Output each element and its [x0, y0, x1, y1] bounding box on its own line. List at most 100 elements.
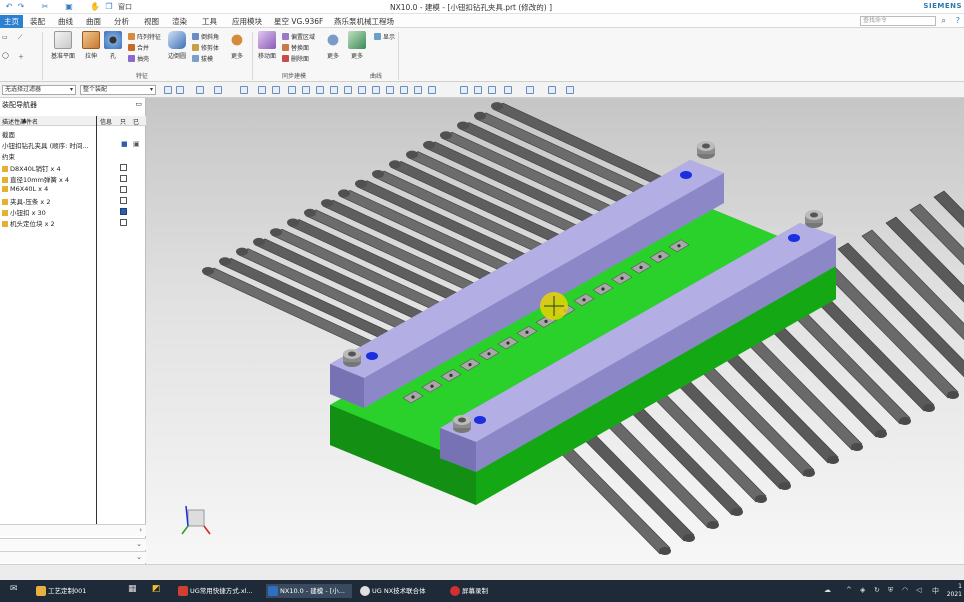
type-filter-select[interactable]: 无选择过滤器: [2, 85, 76, 95]
layer-icon[interactable]: [526, 86, 534, 94]
box-select-icon[interactable]: [214, 86, 222, 94]
show-hide-icon[interactable]: [548, 86, 556, 94]
view-orient-icon[interactable]: [460, 86, 468, 94]
horizontal-scrollbar[interactable]: ›: [0, 524, 146, 536]
chevron-down-icon[interactable]: ⌄: [136, 540, 142, 548]
more-curve-button[interactable]: 更多: [348, 31, 366, 60]
list-item[interactable]: 夹具-压条 x 2: [0, 195, 146, 206]
body-filter-icon[interactable]: [272, 86, 280, 94]
list-item[interactable]: 机头定位块 x 2: [0, 217, 146, 228]
shell-button[interactable]: 抽壳: [128, 54, 149, 63]
snap-quadrant-icon[interactable]: [428, 86, 436, 94]
render-style-icon[interactable]: [504, 86, 512, 94]
scroll-right-icon[interactable]: ›: [139, 526, 142, 534]
dependencies-panel-toggle[interactable]: ⌄: [0, 551, 146, 563]
taskbar-item[interactable]: 工艺定制001: [34, 584, 124, 598]
tab-custom[interactable]: 燕乐泵机械工程场: [334, 16, 394, 27]
datum-plane-button[interactable]: 基准平面: [50, 31, 76, 60]
redo-icon[interactable]: ↷: [16, 2, 26, 11]
snap-center-icon[interactable]: [372, 86, 380, 94]
root-assembly-row[interactable]: 小钮扣钻孔夹具 (顺序: 时间... ■ ▣: [0, 139, 146, 150]
calculator-icon[interactable]: ▦: [128, 584, 137, 594]
tab-curve[interactable]: 曲线: [58, 16, 73, 27]
pattern-feature-button[interactable]: 阵列特征: [128, 32, 161, 41]
cloud-icon[interactable]: ☁: [824, 586, 831, 594]
help-icon[interactable]: ?: [956, 16, 960, 25]
taskbar-item-active[interactable]: NX10.0 - 建模 - [小...: [266, 584, 352, 598]
wifi-icon[interactable]: ◠: [902, 586, 908, 594]
taskbar-item[interactable]: UG NX技术联合体: [358, 584, 442, 598]
touch-mode-icon[interactable]: ✋: [90, 2, 100, 11]
component-status-checkbox[interactable]: [120, 175, 127, 182]
constraints-row[interactable]: 约束: [0, 150, 146, 161]
tab-render[interactable]: 渲染: [172, 16, 187, 27]
expand-tray-icon[interactable]: ^: [846, 586, 852, 594]
more-sync-button[interactable]: 更多: [324, 31, 342, 60]
shield-icon[interactable]: ⛨: [888, 586, 893, 595]
snap-line-icon[interactable]: [316, 86, 324, 94]
circle-icon[interactable]: ◯: [2, 52, 9, 59]
command-search-input[interactable]: 查找命令: [860, 16, 936, 26]
line-icon[interactable]: ⟋: [18, 34, 22, 42]
show-button[interactable]: 显示: [374, 32, 395, 41]
snap-point-icon[interactable]: [358, 86, 366, 94]
col-info[interactable]: 信息: [100, 117, 112, 126]
save-icon[interactable]: ▣: [64, 2, 74, 11]
window-icon[interactable]: ❐: [104, 2, 114, 11]
tab-applications[interactable]: 应用模块: [232, 16, 262, 27]
chamfer-button[interactable]: 倒斜角: [192, 32, 219, 41]
network-icon[interactable]: ◈: [860, 586, 865, 594]
draft-button[interactable]: 拔模: [192, 54, 213, 63]
point-icon[interactable]: ＋: [18, 52, 24, 61]
tab-plugin[interactable]: 星空 VG.936F: [274, 16, 323, 27]
taskbar-item[interactable]: UG常用快捷方式.xl...: [176, 584, 260, 598]
move-face-button[interactable]: 移动面: [256, 31, 278, 60]
component-status-checkbox[interactable]: [120, 197, 127, 204]
volume-icon[interactable]: ◁: [916, 586, 921, 594]
extrude-button[interactable]: 拉伸: [80, 31, 102, 60]
list-item[interactable]: 直径10mm弹簧 x 4: [0, 173, 146, 184]
fit-icon[interactable]: [474, 86, 482, 94]
list-item[interactable]: M6X40L x 4: [0, 184, 146, 195]
col-modified[interactable]: 已: [133, 117, 139, 126]
tab-view[interactable]: 视图: [144, 16, 159, 27]
tab-analysis[interactable]: 分析: [114, 16, 129, 27]
pointer-icon[interactable]: [196, 86, 204, 94]
snap-midpoint-icon[interactable]: [302, 86, 310, 94]
chevron-down-icon[interactable]: ⌄: [136, 553, 142, 561]
tab-assembly[interactable]: 装配: [30, 16, 45, 27]
input-method-indicator[interactable]: 中: [932, 586, 939, 596]
sketch-rect-icon[interactable]: ▭: [2, 34, 8, 41]
component-status-checkbox[interactable]: [120, 208, 127, 215]
search-icon[interactable]: ⌕: [942, 16, 946, 26]
deselect-icon[interactable]: [176, 86, 184, 94]
component-status-checkbox[interactable]: [120, 186, 127, 193]
component-status-checkbox[interactable]: [120, 164, 127, 171]
preview-panel-toggle[interactable]: ⌄: [0, 538, 146, 550]
snap-tangent-icon[interactable]: [400, 86, 408, 94]
tab-home[interactable]: 主页: [0, 15, 23, 28]
graphics-window[interactable]: [146, 98, 964, 564]
undo-icon[interactable]: ↶: [4, 2, 14, 11]
hole-button[interactable]: 孔: [104, 31, 122, 60]
edge-blend-button[interactable]: 边倒圆: [166, 31, 188, 60]
lasso-icon[interactable]: [240, 86, 248, 94]
replace-face-button[interactable]: 替换面: [282, 43, 309, 52]
3d-model-view[interactable]: [146, 98, 964, 564]
face-filter-icon[interactable]: [258, 86, 266, 94]
sort-up-icon[interactable]: ▲: [22, 117, 27, 124]
list-item[interactable]: D8X40L销钉 x 4: [0, 162, 146, 173]
trim-body-button[interactable]: 修剪体: [192, 43, 219, 52]
list-item[interactable]: 小钮扣 x 30: [0, 206, 146, 217]
select-all-icon[interactable]: [164, 86, 172, 94]
app-icon[interactable]: ◩: [152, 584, 161, 594]
scope-filter-select[interactable]: 整个装配: [80, 85, 156, 95]
window-menu-label[interactable]: 窗口: [118, 2, 132, 12]
unite-button[interactable]: 合并: [128, 43, 149, 52]
tab-tools[interactable]: 工具: [202, 16, 217, 27]
maximize-icon[interactable]: ▭: [135, 100, 142, 108]
snap-intersect-icon[interactable]: [414, 86, 422, 94]
delete-face-button[interactable]: 删除面: [282, 54, 309, 63]
col-part-name[interactable]: 描述性部件名: [2, 117, 38, 126]
taskbar-item[interactable]: 屏幕录制: [448, 584, 518, 598]
